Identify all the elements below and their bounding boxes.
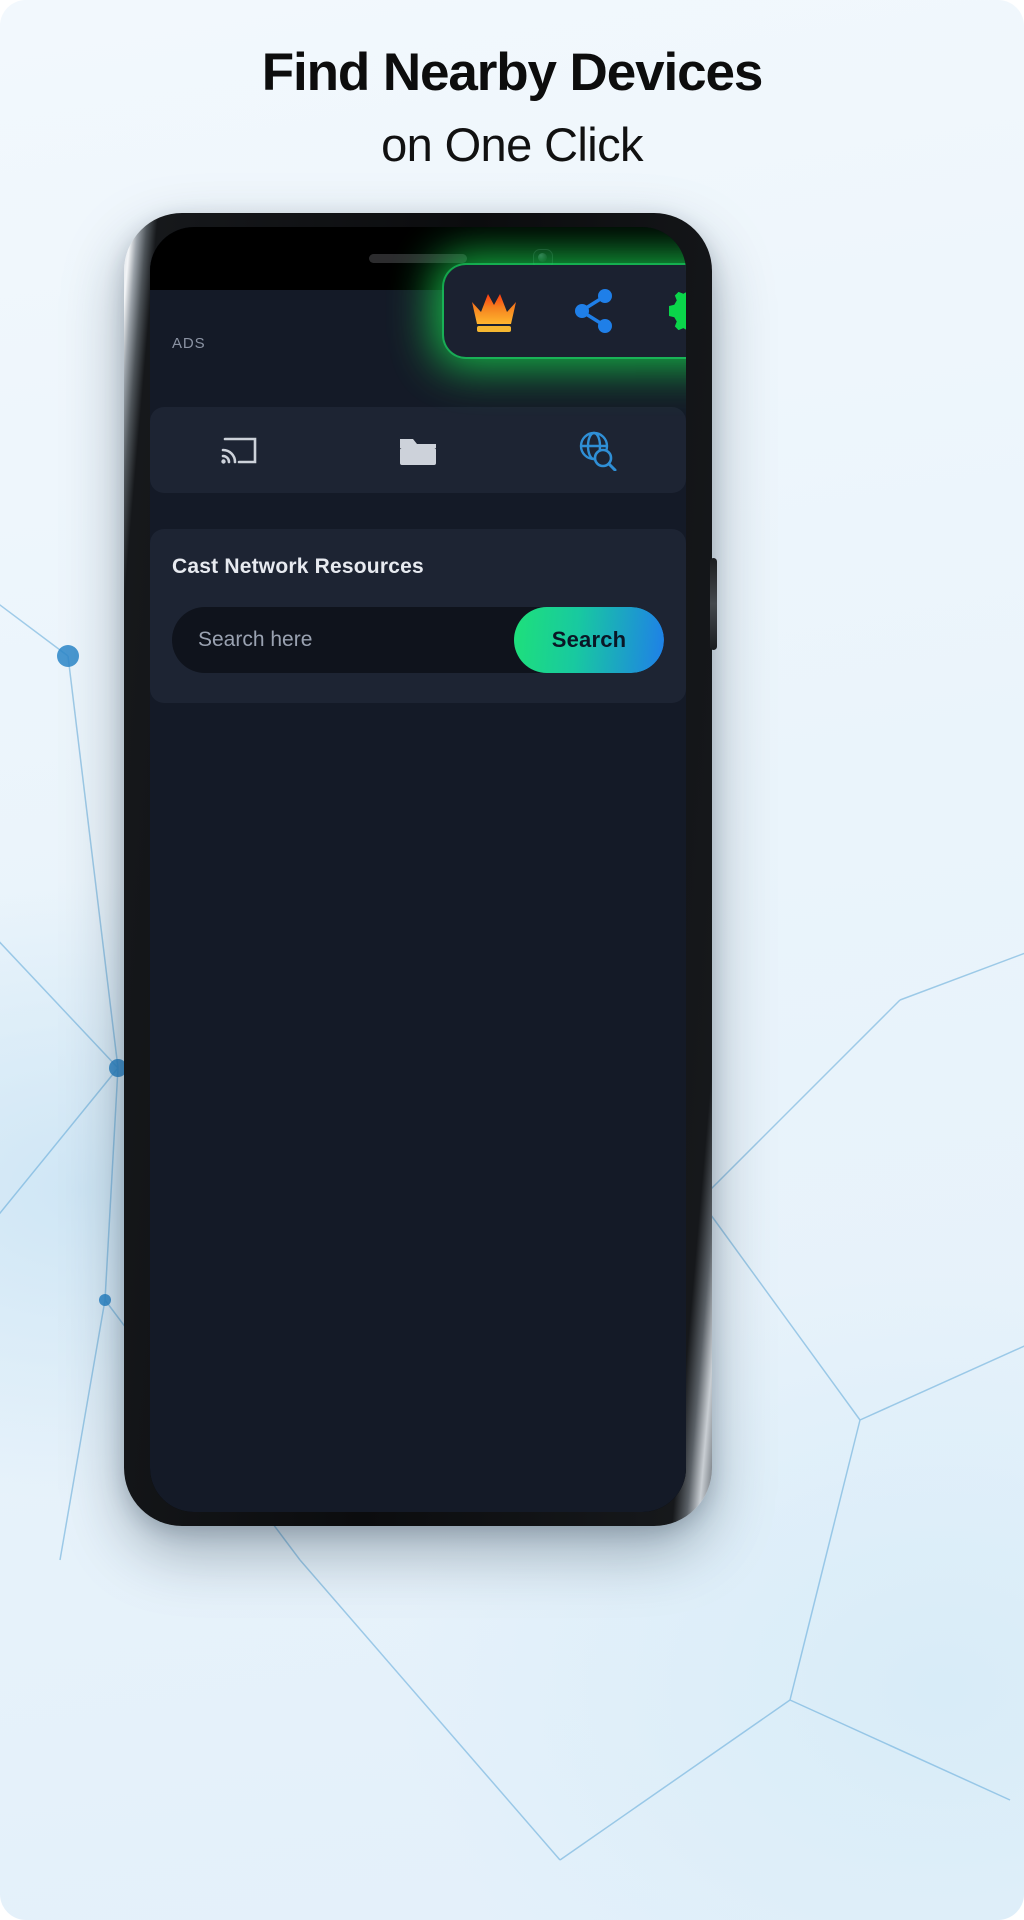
premium-crown-icon[interactable]: [463, 280, 525, 342]
search-row: Search: [172, 607, 664, 673]
card-title: Cast Network Resources: [172, 555, 424, 578]
page-title: Find Nearby Devices: [261, 43, 764, 102]
app-tab-bar: [150, 407, 686, 493]
app-screen: ADS Cast Network Resources Search here S…: [150, 227, 686, 1512]
search-input[interactable]: [172, 607, 514, 673]
tab-network-search[interactable]: [507, 429, 686, 471]
page-background: Find Nearby Devices on One Click ADS Cas…: [0, 0, 1024, 1920]
page-subtitle: on One Click: [381, 118, 643, 171]
phone-screen: ADS Cast Network Resources Search here S…: [150, 227, 686, 1512]
search-button[interactable]: Search: [514, 607, 664, 673]
settings-gear-icon[interactable]: [663, 280, 686, 342]
phone-power-button: [710, 558, 717, 650]
tab-files[interactable]: [329, 432, 508, 468]
tab-cast[interactable]: [150, 432, 329, 468]
phone-mockup: ADS Cast Network Resources Search here S…: [124, 213, 717, 1526]
ads-label: ADS: [172, 335, 206, 352]
share-icon[interactable]: [563, 280, 625, 342]
app-toolbar: [444, 265, 686, 357]
cast-network-card: Cast Network Resources Search: [150, 529, 686, 703]
hero-text-block: Find Nearby Devices on One Click: [0, 46, 1024, 168]
